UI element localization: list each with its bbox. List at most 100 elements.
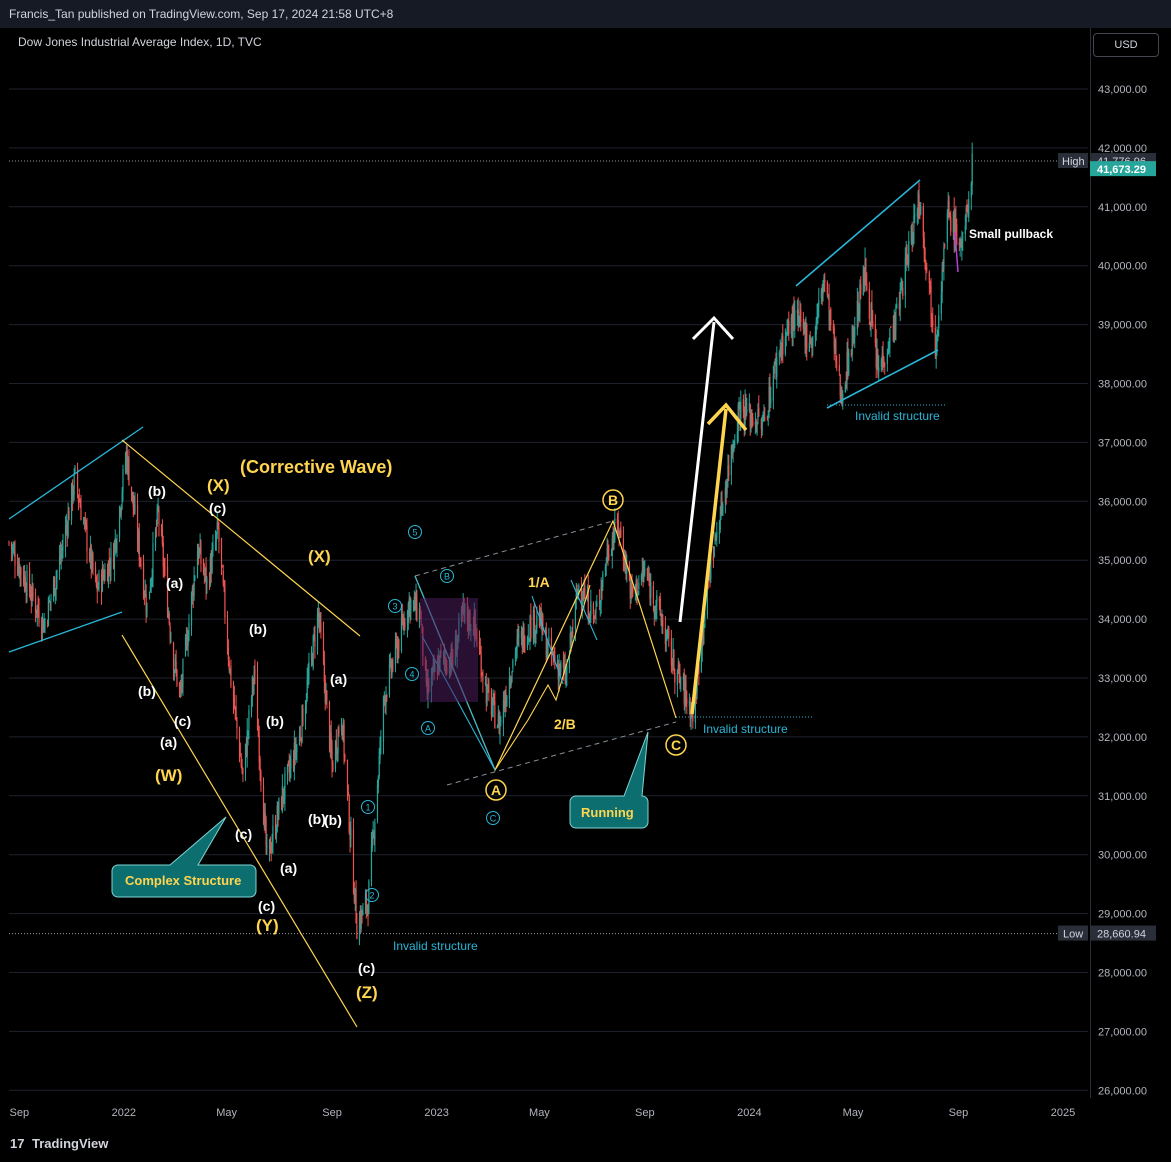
candle-body [734, 444, 736, 446]
candle-body [20, 567, 22, 575]
candle-body [116, 540, 118, 551]
candle-body [68, 511, 70, 521]
yellow-arrow-line [690, 408, 728, 715]
candle-body [584, 586, 586, 599]
candle-body [536, 615, 538, 629]
candle-body [278, 798, 280, 815]
small-pullback-text: Small pullback [969, 227, 1053, 241]
white-wave-label: (c) [258, 898, 275, 914]
candle-body [713, 546, 715, 558]
candle-body [524, 647, 526, 649]
yellow-wave-label: (Y) [256, 916, 279, 935]
candle-body [836, 363, 838, 365]
candle-body [38, 609, 40, 624]
candle-body [596, 602, 598, 607]
candle-body [572, 631, 574, 633]
price-chart-svg: 26,000.00 27,000.00 28,000.00 29,000.00 30,0… [8, 84, 1156, 1119]
corrective-wave-title: (Corrective Wave) [240, 457, 392, 477]
candle-body [548, 636, 550, 641]
candle-body [788, 320, 790, 334]
candle-body [134, 504, 136, 512]
candle-body [230, 665, 232, 686]
low-tag-label: Low [1063, 929, 1083, 941]
candle-body [94, 568, 97, 576]
yellow-wave-label: 2/B [554, 716, 576, 732]
candle-body [416, 596, 418, 621]
yellow-wave-label: (X) [207, 476, 230, 495]
y-tick-label: 37,000.00 [1098, 437, 1147, 449]
candle-body [908, 241, 910, 264]
y-tick-label: 43,000.00 [1098, 84, 1147, 96]
yellow-wave-label: (Z) [356, 983, 378, 1002]
candle-body [560, 661, 562, 672]
yellow-circle-label: A [491, 782, 501, 798]
candle-body [590, 600, 592, 616]
candle-body [527, 636, 529, 638]
x-tick-label: 2025 [1051, 1107, 1075, 1119]
candle-body [343, 723, 345, 757]
cyan-wave-line [531, 595, 564, 685]
candle-body [338, 726, 340, 734]
candle-body [860, 284, 862, 295]
candle-body [138, 530, 140, 560]
candle-body [388, 664, 391, 696]
candle-body [44, 621, 46, 628]
cyan-circle-label: 5 [412, 528, 417, 538]
white-wave-label: (b) [148, 483, 166, 499]
candle-body [668, 627, 670, 637]
candle-body [971, 153, 973, 186]
candle-body [500, 720, 502, 722]
candle-body [673, 651, 675, 672]
candle-body [926, 267, 928, 271]
candle-body [158, 509, 160, 525]
y-tick-label: 35,000.00 [1098, 555, 1147, 567]
white-wave-label: (c) [209, 500, 226, 516]
candle-body [320, 621, 322, 634]
highlight-box [420, 598, 478, 702]
candle-body [659, 598, 661, 616]
candle-body [188, 622, 190, 641]
candle-body [662, 619, 664, 627]
candle-body [800, 309, 802, 322]
candle-body [146, 602, 148, 616]
candle-body [32, 586, 34, 597]
x-tick-label: May [843, 1107, 864, 1119]
candle-body [770, 397, 772, 404]
complex-structure-text: Complex Structure [125, 873, 241, 888]
candle-body [26, 570, 28, 597]
candle-body [218, 527, 220, 542]
candle-body [482, 672, 484, 681]
candle-body [566, 666, 568, 676]
candle-body [398, 640, 400, 651]
candle-body [14, 552, 16, 566]
candle-body [260, 771, 262, 786]
candle-body [896, 304, 898, 308]
candle-body [164, 566, 166, 569]
candle-body [518, 635, 520, 637]
candle-body [194, 576, 196, 579]
white-wave-label: (a) [330, 671, 347, 687]
candle-body [806, 324, 808, 350]
candle-body [826, 282, 828, 296]
x-tick-label: 2022 [112, 1107, 136, 1119]
candle-body [175, 661, 177, 670]
candle-body [170, 640, 172, 642]
candle-body [644, 568, 646, 572]
candle-body [356, 924, 358, 940]
running-text: Running [581, 805, 634, 820]
candle-body [374, 822, 376, 841]
x-tick-label: Sep [949, 1107, 969, 1119]
candle-body [620, 529, 622, 538]
yellow-wave-label: 1/A [528, 574, 550, 590]
candle-body [110, 549, 112, 570]
candle-body [920, 206, 922, 214]
candle-body [50, 598, 52, 600]
candle-body [884, 364, 886, 366]
candle-body [488, 683, 490, 693]
white-wave-label: (b) [266, 713, 284, 729]
candle-body [248, 710, 250, 729]
candle-body [652, 585, 654, 604]
candle-body [284, 773, 286, 800]
y-tick-label: 39,000.00 [1098, 320, 1147, 332]
candle-body [578, 585, 580, 590]
